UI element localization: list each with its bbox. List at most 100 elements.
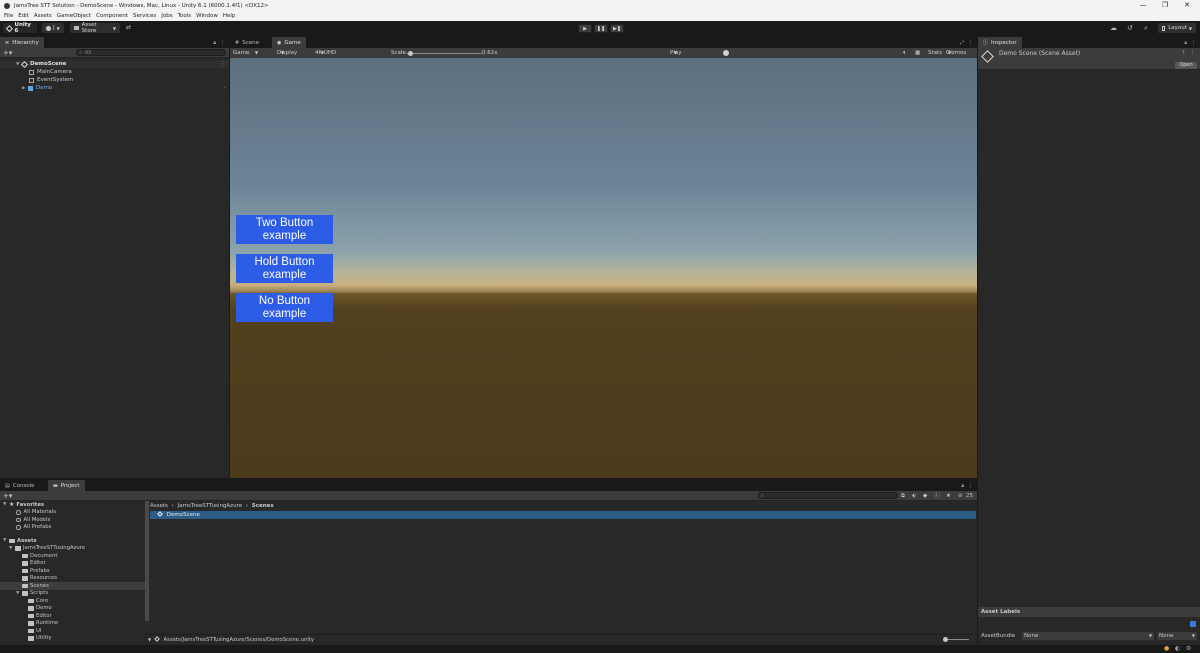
favorites-row[interactable]: ▼ ★ Favorites <box>0 501 145 509</box>
chevron-down-icon: ▼ <box>674 50 678 55</box>
pause-button[interactable]: ❚❚ <box>594 24 608 33</box>
maximize-icon[interactable]: ⤢ <box>960 40 964 46</box>
project-search-input[interactable]: ⌕ <box>758 492 898 499</box>
folder-item[interactable]: ▼ JamsTreeSTTusingAzure <box>0 545 145 553</box>
scale-slider-handle[interactable] <box>408 50 413 56</box>
menu-tools[interactable]: Tools <box>178 11 192 21</box>
lock-icon[interactable]: 🔒︎ <box>961 483 964 489</box>
folder-item[interactable]: Editor <box>0 560 145 568</box>
folder-item[interactable]: ▼ Scripts <box>0 590 145 598</box>
hierarchy-item[interactable]: ▶ Demo › <box>0 84 229 92</box>
folder-tree-scrollbar[interactable] <box>145 501 149 621</box>
more-options-icon[interactable]: ⋮ <box>1191 40 1196 46</box>
assetbundle-dropdown[interactable]: None ▼ <box>1022 632 1154 640</box>
hold-button-example-button[interactable]: Hold Button example <box>236 254 333 283</box>
tab-inspector[interactable]: ⓘ Inspector <box>978 37 1022 48</box>
stats-button[interactable]: Stats <box>928 48 942 58</box>
folder-item[interactable]: Utility <box>0 635 145 643</box>
tab-project[interactable]: ▬ Project <box>48 480 85 491</box>
menu-file[interactable]: File <box>4 11 13 21</box>
create-button[interactable]: +▾ <box>3 491 12 501</box>
scale-slider[interactable] <box>406 52 482 54</box>
unity-home-button[interactable]: Unity 6 <box>3 22 37 34</box>
history-icon[interactable]: ↺ <box>1127 24 1133 32</box>
layout-dropdown[interactable]: Layout ▼ <box>1158 23 1196 33</box>
tab-hierarchy[interactable]: ≡ Hierarchy <box>0 37 44 48</box>
two-button-example-button[interactable]: Two Button example <box>236 215 333 244</box>
scene-row[interactable]: ▼ DemoScene ⋮ <box>0 60 229 68</box>
menu-assets[interactable]: Assets <box>34 11 52 21</box>
hierarchy-search-input[interactable]: ⌕ All <box>76 49 226 56</box>
folder-item[interactable]: Prefabs <box>0 567 145 575</box>
chevron-right-icon[interactable]: › <box>224 85 226 91</box>
lock-icon[interactable]: 🔒︎ <box>1184 40 1187 46</box>
more-options-icon[interactable]: ⋮ <box>968 40 973 46</box>
info-icon[interactable]: ⓘ <box>934 491 940 501</box>
menu-component[interactable]: Component <box>96 11 128 21</box>
cloud-icon[interactable]: ☁ <box>1110 24 1117 32</box>
add-button[interactable]: +▾ <box>3 48 12 58</box>
account-button[interactable]: J ▼ <box>42 23 64 33</box>
search-by-type-icon[interactable]: ⧉ <box>901 491 905 501</box>
more-options-icon[interactable]: ⋮ <box>220 61 226 67</box>
favorite-item[interactable]: All Materials <box>0 509 145 517</box>
folder-item[interactable]: Resources <box>0 575 145 583</box>
open-button[interactable]: Open <box>1175 62 1197 69</box>
asset-store-button[interactable]: Asset Store ▼ <box>70 22 120 34</box>
assets-row[interactable]: ▼ Assets <box>0 537 145 545</box>
version-control-icon[interactable]: ⇄ <box>126 24 131 31</box>
more-options-icon[interactable]: ⋮ <box>968 483 973 489</box>
frame-debugger-icon[interactable]: ▦ <box>915 48 920 58</box>
breadcrumb-item[interactable]: JamsTreeSTTusingAzure <box>178 503 242 509</box>
folder-item[interactable]: Editor <box>0 612 145 620</box>
variant-dropdown[interactable]: None ▼ <box>1157 632 1197 640</box>
tab-console[interactable]: ▤ Console <box>0 480 40 491</box>
more-options-icon[interactable]: ⋮ <box>220 40 225 46</box>
favorite-star-icon[interactable]: ★ <box>946 491 951 501</box>
hierarchy-item[interactable]: EventSystem <box>0 76 229 84</box>
folder-item-selected[interactable]: Scenes <box>0 582 145 590</box>
tag-filter-icon[interactable]: ◆ <box>923 491 927 501</box>
audio-icon[interactable]: 🔈︎ <box>903 48 907 58</box>
minimize-button[interactable]: — <box>1136 0 1150 11</box>
menu-edit[interactable]: Edit <box>18 11 29 21</box>
breadcrumb-item-current[interactable]: Scenes <box>252 503 274 509</box>
maximize-button[interactable]: ❐ <box>1158 0 1172 11</box>
menu-help[interactable]: Help <box>223 11 236 21</box>
icon-size-slider[interactable] <box>945 639 969 640</box>
step-button[interactable]: ▶❚ <box>610 24 624 33</box>
tab-scene[interactable]: # Scene <box>230 37 264 48</box>
menu-jobs[interactable]: Jobs <box>161 11 172 21</box>
notification-icon[interactable]: ● <box>1164 645 1169 652</box>
no-button-example-button[interactable]: No Button example <box>236 293 333 322</box>
breadcrumb: Assets › JamsTreeSTTusingAzure › Scenes <box>150 502 977 510</box>
asset-row-selected[interactable]: DemoScene <box>150 511 976 519</box>
more-options-icon[interactable]: ⋮ <box>1190 50 1195 56</box>
folder-item[interactable]: Core <box>0 597 145 605</box>
favorite-item[interactable]: All Models <box>0 516 145 524</box>
breadcrumb-item[interactable]: Assets <box>150 503 168 509</box>
folder-item[interactable]: Runtime <box>0 620 145 628</box>
icon-size-slider-handle[interactable] <box>943 637 948 642</box>
play-button[interactable]: ▶ <box>578 24 592 33</box>
folder-item[interactable]: Document <box>0 552 145 560</box>
help-icon[interactable]: ? <box>1182 50 1185 56</box>
mute-audio-icon[interactable] <box>723 50 729 56</box>
tag-icon[interactable] <box>1190 621 1196 627</box>
search-icon[interactable]: ⌕ <box>1144 24 1148 33</box>
menu-services[interactable]: Services <box>133 11 156 21</box>
visibility-icon[interactable]: ⊘ <box>958 491 963 501</box>
favorite-item[interactable]: All Prefabs <box>0 524 145 532</box>
search-by-label-icon[interactable]: ⬖ <box>912 491 916 501</box>
close-button[interactable]: ✕ <box>1180 0 1194 11</box>
menu-gameobject[interactable]: GameObject <box>57 11 91 21</box>
lock-icon[interactable]: 🔒︎ <box>213 40 216 46</box>
menu-window[interactable]: Window <box>196 11 218 21</box>
folder-item[interactable]: UI <box>0 627 145 635</box>
tab-game[interactable]: ◉ Game <box>272 37 306 48</box>
hierarchy-item[interactable]: MainCamera <box>0 68 229 76</box>
settings-icon[interactable]: ⚙ <box>1186 645 1191 652</box>
game-viewport[interactable]: Two Button example Hold Button example N… <box>230 58 977 478</box>
progress-icon[interactable]: ◐ <box>1175 645 1180 652</box>
folder-item[interactable]: Demo <box>0 605 145 613</box>
